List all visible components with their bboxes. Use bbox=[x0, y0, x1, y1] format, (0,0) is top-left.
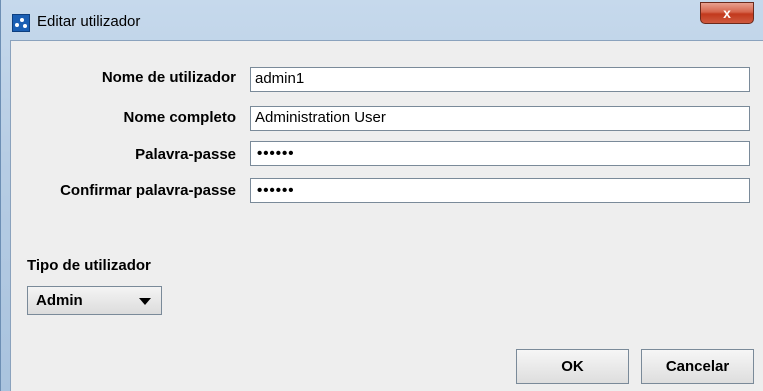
chevron-down-icon bbox=[139, 298, 151, 305]
window-title: Editar utilizador bbox=[37, 13, 141, 30]
password-label: Palavra-passe bbox=[135, 146, 236, 163]
java-app-icon bbox=[12, 14, 30, 32]
username-value: admin1 bbox=[255, 70, 305, 87]
user-type-select[interactable]: Admin bbox=[27, 286, 162, 315]
close-button[interactable]: x bbox=[700, 2, 754, 24]
confirm-password-label: Confirmar palavra-passe bbox=[60, 182, 236, 199]
user-type-label: Tipo de utilizador bbox=[27, 257, 151, 274]
fullname-field[interactable]: Administration User bbox=[250, 106, 750, 131]
fullname-label: Nome completo bbox=[123, 109, 236, 126]
password-value: •••••• bbox=[257, 145, 295, 162]
username-label-box: Nome de utilizador bbox=[11, 69, 236, 89]
confirm-password-label-box: Confirmar palavra-passe bbox=[11, 182, 236, 202]
dialog-content: Nome de utilizador admin1 Nome completo … bbox=[10, 40, 763, 391]
fullname-label-box: Nome completo bbox=[11, 109, 236, 129]
confirm-password-value: •••••• bbox=[257, 182, 295, 199]
ok-button[interactable]: OK bbox=[516, 349, 629, 384]
user-type-value: Admin bbox=[36, 292, 83, 309]
password-label-box: Palavra-passe bbox=[11, 146, 236, 166]
cancel-button[interactable]: Cancelar bbox=[641, 349, 754, 384]
confirm-password-field[interactable]: •••••• bbox=[250, 178, 750, 203]
fullname-value: Administration User bbox=[255, 109, 386, 126]
edit-user-dialog: Editar utilizador x Nome de utilizador a… bbox=[0, 0, 763, 391]
username-field[interactable]: admin1 bbox=[250, 67, 750, 92]
title-bar[interactable]: Editar utilizador x bbox=[1, 0, 763, 40]
username-label: Nome de utilizador bbox=[101, 69, 236, 86]
password-field[interactable]: •••••• bbox=[250, 141, 750, 166]
close-icon: x bbox=[723, 5, 731, 21]
